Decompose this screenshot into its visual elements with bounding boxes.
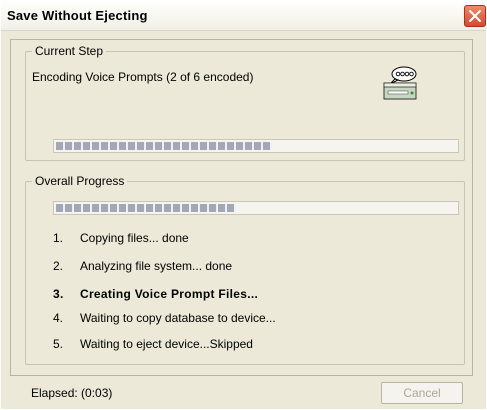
overall-progress-legend: Overall Progress bbox=[32, 174, 128, 188]
list-item: 1. Copying files... done bbox=[53, 231, 189, 245]
device-with-speech-bubble-icon bbox=[381, 65, 419, 101]
elapsed-value: (0:03) bbox=[81, 386, 113, 400]
step-number: 5. bbox=[53, 337, 64, 351]
current-step-legend: Current Step bbox=[32, 44, 107, 58]
close-icon bbox=[468, 9, 482, 23]
cancel-button[interactable]: Cancel bbox=[381, 382, 463, 404]
close-button[interactable] bbox=[464, 5, 486, 27]
save-without-ejecting-dialog: Save Without Ejecting Current Step Encod… bbox=[0, 0, 487, 410]
step-number: 4. bbox=[53, 311, 64, 325]
current-step-text: Encoding Voice Prompts (2 of 6 encoded) bbox=[32, 70, 254, 84]
step-text: Waiting to eject device...Skipped bbox=[80, 337, 253, 351]
step-number: 1. bbox=[53, 231, 64, 245]
step-text: Creating Voice Prompt Files... bbox=[80, 287, 259, 301]
window-title: Save Without Ejecting bbox=[7, 8, 148, 23]
step-text: Copying files... done bbox=[80, 231, 189, 245]
elapsed-time: Elapsed: (0:03) bbox=[31, 386, 112, 400]
current-step-progress-bar bbox=[53, 139, 459, 153]
overall-progress-bar bbox=[53, 201, 459, 215]
list-item-active: 3. Creating Voice Prompt Files... bbox=[53, 287, 258, 301]
title-bar[interactable]: Save Without Ejecting bbox=[1, 1, 486, 31]
step-number: 3. bbox=[53, 287, 64, 301]
list-item: 2. Analyzing file system... done bbox=[53, 259, 232, 273]
step-text: Analyzing file system... done bbox=[80, 259, 233, 273]
overall-progress-fill bbox=[56, 204, 236, 212]
elapsed-label: Elapsed: bbox=[31, 386, 78, 400]
step-number: 2. bbox=[53, 259, 64, 273]
list-item: 5. Waiting to eject device...Skipped bbox=[53, 337, 253, 351]
step-text: Waiting to copy database to device... bbox=[80, 311, 276, 325]
list-item: 4. Waiting to copy database to device... bbox=[53, 311, 276, 325]
current-step-progress-fill bbox=[56, 142, 272, 150]
